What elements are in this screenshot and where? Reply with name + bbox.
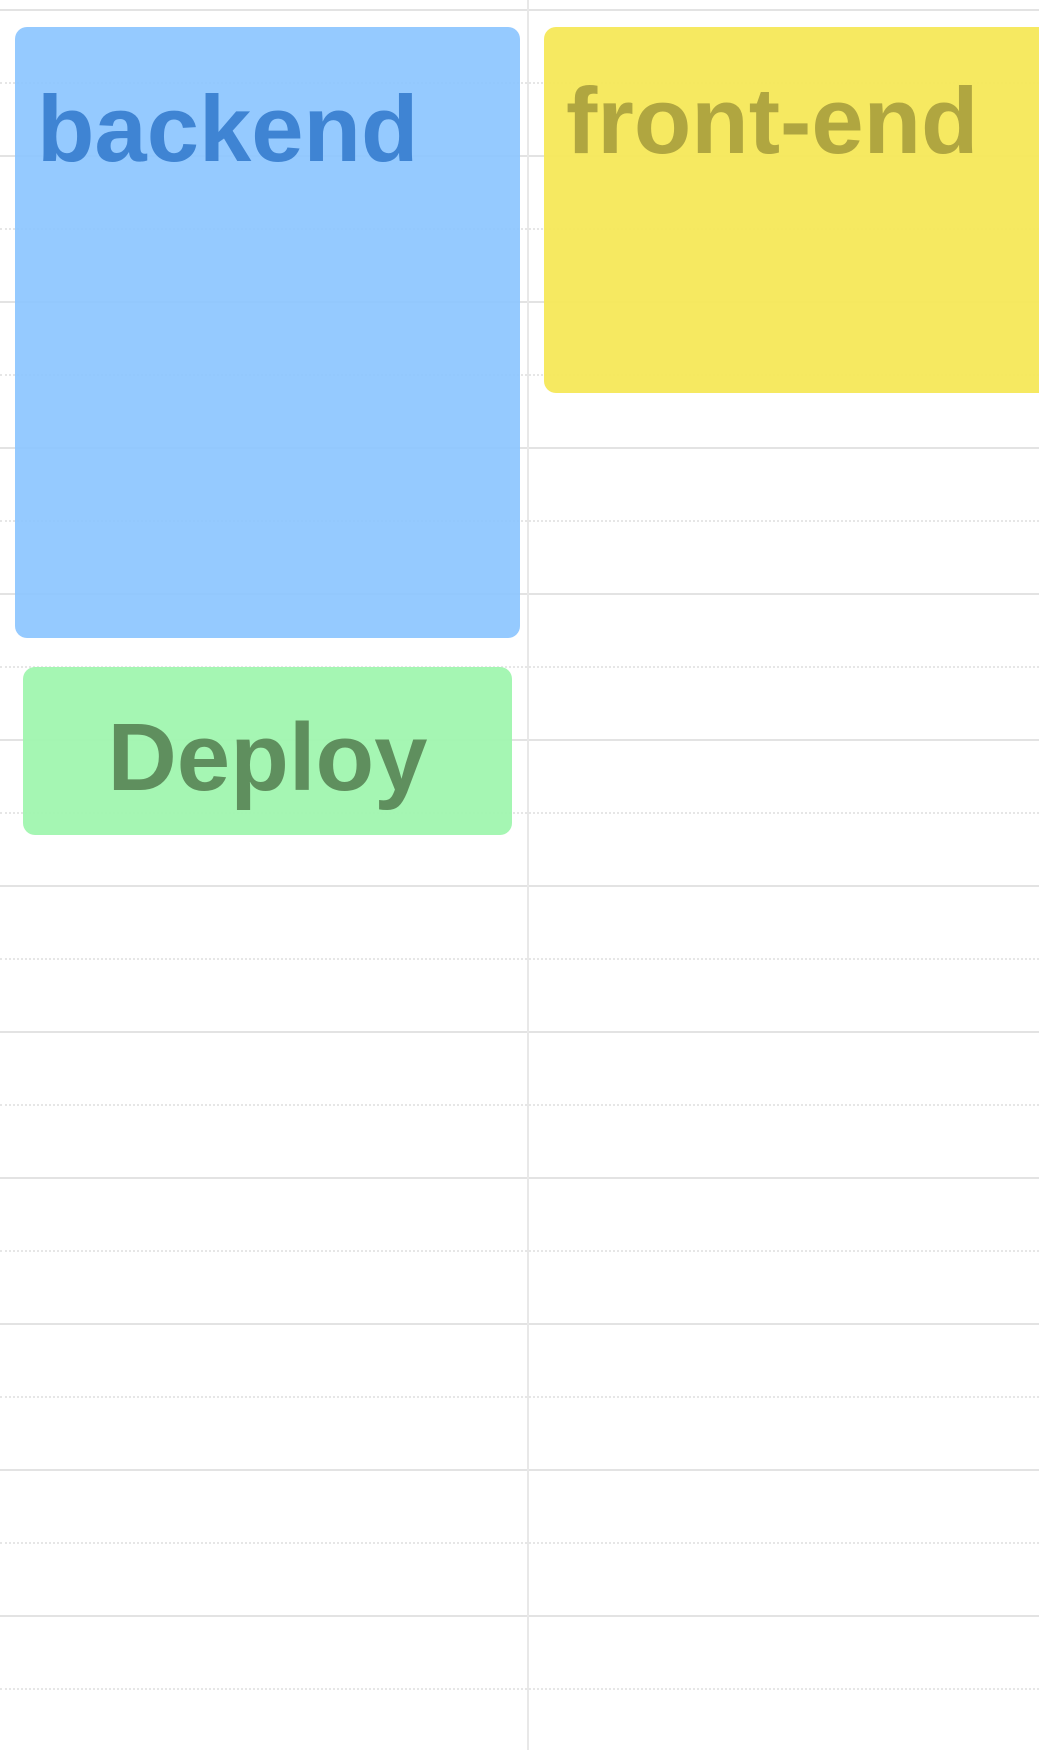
half-hour-line bbox=[0, 1250, 1039, 1252]
half-hour-line bbox=[0, 1542, 1039, 1544]
half-hour-line bbox=[0, 958, 1039, 960]
half-hour-line bbox=[0, 1104, 1039, 1106]
event-title: front-end bbox=[566, 68, 979, 173]
event-title: backend bbox=[37, 76, 419, 181]
event-front-end[interactable]: front-end bbox=[544, 27, 1039, 393]
half-hour-line bbox=[0, 1396, 1039, 1398]
column-divider bbox=[527, 0, 529, 1750]
event-title: Deploy bbox=[107, 704, 428, 811]
event-deploy[interactable]: Deploy bbox=[23, 667, 512, 835]
half-hour-line bbox=[0, 1688, 1039, 1690]
event-backend[interactable]: backend bbox=[15, 27, 520, 638]
calendar-day-grid: backend front-end Deploy bbox=[0, 0, 1039, 1750]
